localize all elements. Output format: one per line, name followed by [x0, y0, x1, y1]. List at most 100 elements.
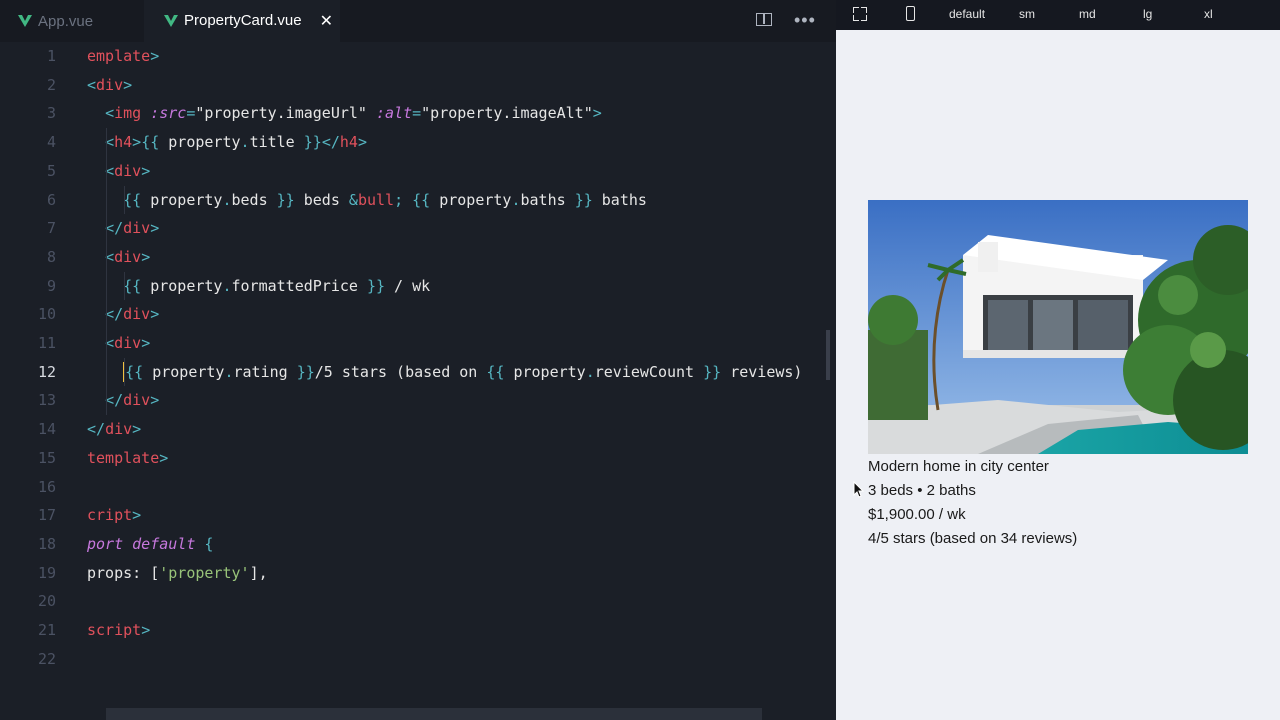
- line-number: 12: [37, 362, 56, 381]
- code-token: <: [105, 104, 115, 123]
- tab-property-card-vue[interactable]: PropertyCard.vue ✕: [144, 0, 340, 42]
- line-number: 10: [37, 305, 56, 324]
- vue-file-icon: [164, 14, 178, 27]
- code-token: 'property': [159, 563, 250, 582]
- code-token: baths: [520, 190, 575, 209]
- code-text: {{ property.beds }} beds &bull; {{ prope…: [87, 186, 647, 214]
- code-text: <h4>{{ property.title }}</h4>: [87, 128, 367, 156]
- code-token: "property.imageUrl": [195, 104, 367, 123]
- code-text: template>: [87, 444, 168, 472]
- code-token: div: [114, 161, 142, 180]
- more-actions-icon[interactable]: •••: [794, 10, 816, 31]
- code-editor[interactable]: App.vue PropertyCard.vue ✕ ••• 1 emplate>…: [0, 0, 836, 720]
- code-token: .: [240, 133, 250, 152]
- split-editor-icon[interactable]: [756, 13, 772, 26]
- code-token: >: [132, 506, 142, 525]
- code-text: </div>: [87, 214, 159, 242]
- code-token: port default: [87, 534, 196, 553]
- code-line[interactable]: 10 </div>: [0, 300, 836, 328]
- code-line[interactable]: 21 script>: [0, 616, 836, 644]
- code-token: template: [87, 448, 160, 467]
- preview-pane: default sm md lg xl Modern home in city …: [836, 0, 1280, 720]
- code-token: >: [159, 448, 169, 467]
- property-rating: 4/5 stars (based on 34 reviews): [868, 530, 1078, 547]
- code-token: }}: [276, 190, 295, 209]
- code-line[interactable]: 9 {{ property.formattedPrice }} / wk: [0, 272, 836, 300]
- code-token: property: [430, 190, 512, 209]
- code-line[interactable]: 14 </div>: [0, 415, 836, 443]
- code-line[interactable]: 6 {{ property.beds }} beds &bull; {{ pro…: [0, 186, 836, 214]
- code-token: reviewCount: [594, 362, 704, 381]
- code-text: </div>: [87, 415, 141, 443]
- breakpoint-default[interactable]: default: [949, 7, 985, 21]
- code-token: .: [222, 190, 232, 209]
- code-line[interactable]: 1 emplate>: [0, 42, 836, 70]
- code-line[interactable]: 2 <div>: [0, 71, 836, 99]
- code-token: </: [321, 133, 340, 152]
- phone-icon[interactable]: [906, 6, 915, 21]
- vertical-scrollbar[interactable]: [826, 330, 830, 380]
- code-line[interactable]: 11 <div>: [0, 329, 836, 357]
- code-token: }}: [574, 190, 593, 209]
- code-token: >: [132, 133, 142, 152]
- code-token: div: [96, 75, 124, 94]
- code-line[interactable]: 15 template>: [0, 444, 836, 472]
- code-token: >: [132, 420, 142, 439]
- horizontal-scrollbar[interactable]: [106, 708, 762, 720]
- code-token: h4: [339, 133, 358, 152]
- code-token: beds: [294, 190, 349, 209]
- line-number: 16: [37, 477, 56, 496]
- code-token: baths: [592, 190, 647, 209]
- code-line[interactable]: 3 <img :src="property.imageUrl" :alt="pr…: [0, 99, 836, 127]
- line-number: 3: [46, 104, 56, 123]
- code-line[interactable]: 16: [0, 473, 836, 501]
- code-token: .: [585, 362, 595, 381]
- close-icon[interactable]: ✕: [320, 11, 333, 31]
- fullscreen-icon[interactable]: [853, 7, 867, 21]
- code-line[interactable]: 12 {{ property.rating }}/5 stars (based …: [0, 358, 836, 386]
- code-token: {{: [123, 190, 142, 209]
- tab-label: PropertyCard.vue: [184, 12, 302, 29]
- code-token: {{: [141, 133, 160, 152]
- code-token: cript: [87, 506, 133, 525]
- indent-guide: [124, 185, 125, 215]
- breakpoint-lg[interactable]: lg: [1143, 7, 1152, 21]
- code-token: >: [150, 219, 160, 238]
- code-text: <div>: [87, 329, 150, 357]
- code-token: >: [150, 305, 160, 324]
- code-line[interactable]: 17 cript>: [0, 501, 836, 529]
- code-token: =: [412, 104, 422, 123]
- breakpoint-md[interactable]: md: [1079, 7, 1096, 21]
- code-line[interactable]: 8 <div>: [0, 243, 836, 271]
- code-line[interactable]: 5 <div>: [0, 157, 836, 185]
- code-token: }}: [366, 276, 386, 295]
- code-token: property: [504, 362, 586, 381]
- property-price: $1,900.00 / wk: [868, 506, 966, 523]
- code-line[interactable]: 4 <h4>{{ property.title }}</h4>: [0, 128, 836, 156]
- code-line[interactable]: 7 </div>: [0, 214, 836, 242]
- code-text: props: ['property'],: [87, 559, 268, 587]
- line-number: 4: [46, 133, 56, 152]
- code-token: }}: [703, 362, 722, 381]
- code-line[interactable]: 19 props: ['property'],: [0, 559, 836, 587]
- code-text: {{ property.rating }}/5 stars (based on …: [87, 358, 802, 386]
- indent-guide: [124, 357, 125, 387]
- code-line[interactable]: 20: [0, 587, 836, 615]
- code-token: div: [123, 305, 151, 324]
- breakpoint-sm[interactable]: sm: [1019, 7, 1035, 21]
- code-line[interactable]: 22: [0, 645, 836, 673]
- code-token: div: [114, 247, 142, 266]
- code-text: port default {: [87, 530, 213, 558]
- code-text: <img :src="property.imageUrl" :alt="prop…: [87, 99, 602, 127]
- code-token: ],: [249, 563, 268, 582]
- code-line[interactable]: 18 port default {: [0, 530, 836, 558]
- breakpoint-xl[interactable]: xl: [1204, 7, 1213, 21]
- line-number: 19: [37, 563, 56, 582]
- tab-app-vue[interactable]: App.vue: [18, 0, 142, 42]
- code-line[interactable]: 13 </div>: [0, 386, 836, 414]
- code-token: >: [141, 334, 151, 352]
